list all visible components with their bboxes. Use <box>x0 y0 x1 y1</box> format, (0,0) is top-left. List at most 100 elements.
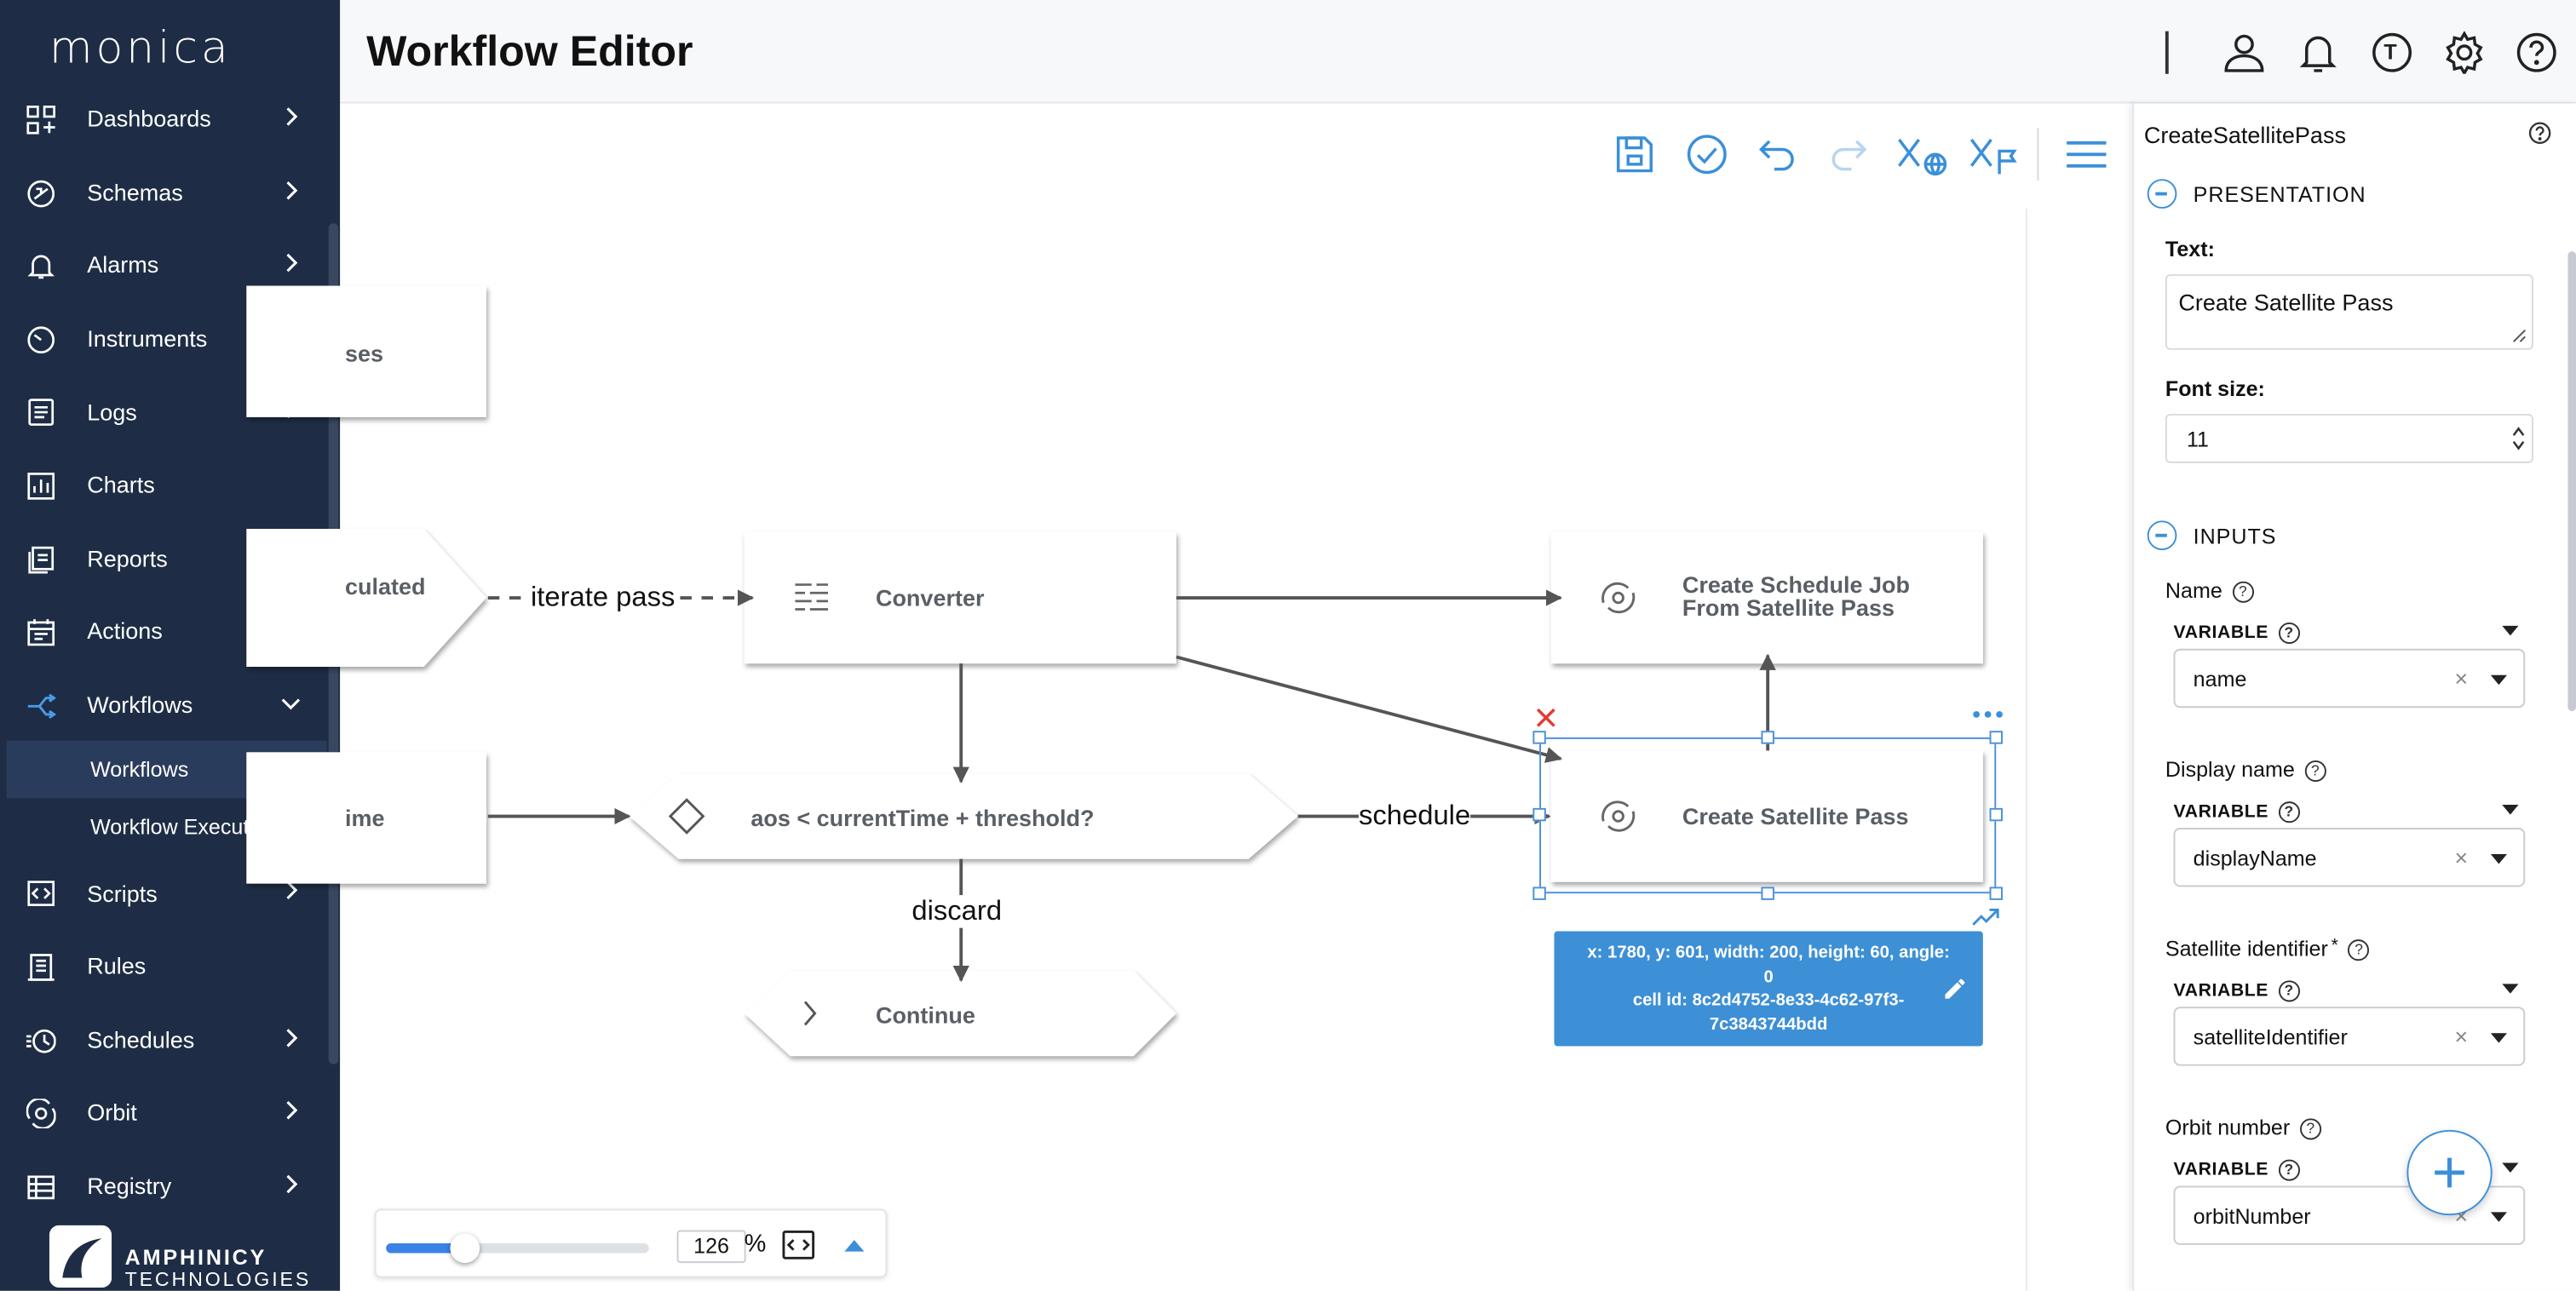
help-icon[interactable] <box>2516 32 2558 74</box>
timezone-letter: T <box>2383 39 2397 65</box>
text-field-label: Text: <box>2165 236 2215 261</box>
validate-icon[interactable] <box>1684 131 1730 177</box>
resize-handle[interactable] <box>1532 807 1546 822</box>
plus-icon <box>2435 1157 2464 1188</box>
variable-select-display-name[interactable]: displayName × <box>2173 828 2526 887</box>
chevron-down-icon[interactable] <box>2490 674 2508 686</box>
clear-icon[interactable]: × <box>2454 665 2468 691</box>
global-variables-icon[interactable] <box>1896 131 1952 177</box>
help-icon[interactable]: ? <box>2278 801 2300 823</box>
resize-handle[interactable] <box>1532 731 1546 744</box>
edge-label-iterate: iterate pass <box>530 581 676 615</box>
node-label: ses <box>345 340 384 367</box>
panel-help-icon[interactable] <box>2528 122 2551 145</box>
variable-select-name[interactable]: name × <box>2173 648 2526 709</box>
section-inputs[interactable]: INPUTS <box>2147 519 2277 552</box>
resize-handle[interactable] <box>1761 731 1774 744</box>
zoom-slider[interactable] <box>386 1233 649 1264</box>
menu-icon[interactable] <box>2063 131 2109 177</box>
variable-value: displayName <box>2193 846 2317 871</box>
delete-node-icon[interactable] <box>1534 706 1557 729</box>
input-mode-text: VARIABLE <box>2173 623 2269 643</box>
edge-label-schedule: schedule <box>1358 800 1471 833</box>
clear-icon[interactable]: × <box>2454 1024 2468 1050</box>
clear-icon[interactable]: × <box>2454 844 2468 870</box>
selection-box[interactable] <box>1539 737 1997 894</box>
edit-pencil-icon[interactable] <box>1942 976 1969 1002</box>
edge-converter-to-pass[interactable] <box>1176 655 1563 763</box>
mode-dropdown-icon[interactable] <box>2502 805 2519 815</box>
gear-icon[interactable] <box>2443 31 2486 74</box>
toolbar-separator <box>2037 128 2039 181</box>
font-size-label: Font size: <box>2165 376 2265 401</box>
flow-variables-icon[interactable] <box>1968 131 2024 177</box>
selection-info-tooltip: x: 1780, y: 601, width: 200, height: 60,… <box>1554 931 1983 1047</box>
input-mode-selector[interactable]: VARIABLE? <box>2173 622 2300 645</box>
properties-panel: CreateSatellitePass PRESENTATION Text: C… <box>2132 103 2576 1291</box>
panel-title: CreateSatellitePass <box>2143 121 2346 148</box>
resize-handle[interactable] <box>1761 886 1774 900</box>
help-icon[interactable]: ? <box>2278 1159 2300 1181</box>
collapse-section-icon[interactable] <box>2147 179 2177 209</box>
chevron-down-icon[interactable] <box>2490 1212 2508 1222</box>
input-field-label-text: Name <box>2165 577 2222 603</box>
section-label: INPUTS <box>2193 523 2277 548</box>
panel-scrollbar[interactable] <box>2567 251 2576 712</box>
zoom-input[interactable]: 126 <box>676 1230 746 1264</box>
node-label-line: Create Schedule Job <box>1682 571 1910 599</box>
input-mode-selector[interactable]: VARIABLE? <box>2174 1159 2300 1181</box>
undo-icon[interactable] <box>1755 131 1801 177</box>
variable-select-satellite-identifier[interactable]: satelliteIdentifier × <box>2173 1007 2526 1066</box>
input-field-label: Display name? <box>2165 757 2326 783</box>
text-field-value: Create Satellite Pass <box>2178 289 2394 316</box>
resize-grip-icon[interactable] <box>2510 327 2527 343</box>
node-label: Converter <box>875 584 985 611</box>
font-size-stepper[interactable]: 11 <box>2165 414 2533 463</box>
collapse-section-icon[interactable] <box>2147 520 2177 551</box>
add-fab-button[interactable] <box>2406 1129 2493 1216</box>
section-label: PRESENTATION <box>2193 181 2366 207</box>
user-icon[interactable] <box>2222 32 2265 74</box>
rotate-handle-icon[interactable] <box>1971 905 2001 928</box>
section-presentation[interactable]: PRESENTATION <box>2147 177 2366 210</box>
input-mode-selector[interactable]: VARIABLE? <box>2174 801 2300 823</box>
node-label: Create Schedule Job From Satellite Pass <box>1682 573 1910 619</box>
mode-dropdown-icon[interactable] <box>2502 984 2519 994</box>
edge-label-discard: discard <box>911 895 1003 928</box>
input-field-label-text: Display name <box>2165 757 2295 783</box>
input-field-label: Name? <box>2165 578 2254 603</box>
header-divider <box>2165 31 2169 74</box>
workflow-graph <box>246 285 1983 1057</box>
mode-dropdown-icon[interactable] <box>2502 625 2519 636</box>
canvas-boundary-line <box>2025 208 2027 1291</box>
help-icon[interactable]: ? <box>2278 980 2300 1002</box>
resize-handle[interactable] <box>1989 886 2003 900</box>
input-field-label-text: Orbit number <box>2165 1115 2291 1140</box>
zoom-slider-thumb[interactable] <box>450 1233 480 1264</box>
save-icon[interactable] <box>1612 131 1658 177</box>
help-icon[interactable]: ? <box>2278 622 2300 645</box>
fit-to-screen-icon[interactable] <box>782 1231 815 1260</box>
variable-value: satelliteIdentifier <box>2193 1024 2348 1050</box>
redo-icon[interactable] <box>1826 131 1872 177</box>
zoom-unit: % <box>744 1230 767 1259</box>
chevron-down-icon[interactable] <box>2490 1033 2508 1043</box>
stepper-arrows-icon[interactable] <box>2510 426 2527 452</box>
chevron-down-icon[interactable] <box>2490 853 2508 864</box>
resize-handle[interactable] <box>1532 886 1546 900</box>
help-icon[interactable]: ? <box>2299 1118 2321 1140</box>
notification-bell-icon[interactable] <box>2297 32 2339 74</box>
text-field[interactable]: Create Satellite Pass <box>2165 274 2533 350</box>
resize-handle[interactable] <box>1989 807 2003 822</box>
collapse-up-icon[interactable] <box>844 1236 865 1253</box>
variable-value: name <box>2193 667 2247 691</box>
info-line: cell id: 8c2d4752-8e33-4c62-97f3- <box>1632 990 1905 1011</box>
mode-dropdown-icon[interactable] <box>2502 1162 2519 1173</box>
info-line: 0 <box>1763 966 1774 987</box>
help-icon[interactable]: ? <box>2304 760 2326 783</box>
more-options-icon[interactable] <box>1971 708 2004 720</box>
resize-handle[interactable] <box>1989 731 2003 744</box>
help-icon[interactable]: ? <box>2348 939 2370 961</box>
input-mode-selector[interactable]: VARIABLE? <box>2174 980 2300 1002</box>
help-icon[interactable]: ? <box>2232 581 2254 603</box>
